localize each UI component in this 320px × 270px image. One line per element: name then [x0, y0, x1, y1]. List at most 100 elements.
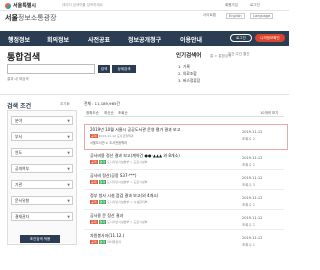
- filter-agency[interactable]: 기관 ▼: [11, 180, 73, 189]
- chevron-down-icon: ▼: [67, 119, 70, 123]
- status-badge: 결재: [98, 160, 107, 164]
- nav-login-button[interactable]: 로그인: [230, 34, 252, 42]
- nav-item-guide[interactable]: 이용안내: [180, 35, 202, 44]
- nav-item-meeting-info[interactable]: 회의정보: [47, 35, 69, 44]
- signup-link[interactable]: 회원가입: [225, 3, 238, 8]
- sort-bar: [84, 110, 284, 117]
- result-title[interactable]: 자원봉사자(11.12.): [90, 233, 230, 239]
- result-meta-text: 도시기반시설본부 > 도로시설부: [107, 220, 148, 224]
- login-link[interactable]: 로그인: [250, 3, 260, 8]
- chevron-down-icon: ▼: [67, 215, 70, 219]
- result-date: 2019-11-12: [242, 216, 263, 220]
- status-badge: 결재: [98, 200, 107, 204]
- seoul-logo[interactable]: 서울특별시: [5, 2, 36, 9]
- status-badge: 공개: [90, 160, 98, 164]
- status-badge: 공개: [90, 240, 98, 244]
- result-meta-text: 도시기반시설본부 > 도로시설부: [107, 160, 148, 164]
- filter-apply-button[interactable]: 조건검색 적용: [20, 235, 60, 243]
- filter-doctype-label: 문서유형: [15, 198, 29, 203]
- result-date: 2019-11-12: [242, 176, 263, 180]
- page-size-select[interactable]: 10개씩 보기: [260, 111, 278, 116]
- utility-bar: [0, 0, 289, 11]
- status-badge: 결재: [98, 180, 107, 184]
- language-select[interactable]: Language: [250, 13, 274, 19]
- sort-accuracy[interactable]: 정확도순: [86, 111, 99, 116]
- search-button[interactable]: 검색: [98, 65, 110, 73]
- result-title[interactable]: 2019년 10월 서울시 공공도서관 운영 평가 결과 보고: [90, 127, 230, 133]
- filter-doctype[interactable]: 문서유형 ▼: [11, 196, 73, 205]
- detail-search-button[interactable]: 상세검색: [112, 65, 136, 73]
- nav-item-pre-disclosure[interactable]: 사전공표: [88, 35, 110, 44]
- page-title: 통합검색: [7, 53, 41, 63]
- result-date: 2019-11-12: [242, 236, 263, 240]
- status-badge: 결재: [98, 220, 107, 224]
- result-title[interactable]: 공사용 문 정산 결과: [90, 213, 230, 219]
- filter-year-label: 연도: [15, 150, 22, 155]
- result-meta: 공개 결재 도시기반시설본부 > 도로시설부: [90, 180, 230, 184]
- filter-field-label: 분야: [15, 118, 22, 123]
- filter-year[interactable]: 연도 ▼: [11, 148, 73, 157]
- result-meta: 공개 결재 도시기반시설본부 > 도로시설부: [90, 160, 230, 164]
- filter-reset-link[interactable]: 초기화: [60, 102, 70, 107]
- english-link[interactable]: English: [226, 13, 245, 19]
- filter-disclosure[interactable]: 공개여부 ▼: [11, 164, 73, 173]
- result-date: 2019-11-12: [242, 196, 263, 200]
- result-date: 2019-11-12: [242, 130, 263, 134]
- chevron-down-icon: ▼: [67, 199, 70, 203]
- result-views: 조회수 1: [242, 223, 255, 227]
- result-meta: 공개 결재 도시기반시설본부 > 시설관리부: [90, 200, 230, 204]
- top-search-input[interactable]: 데이터 검색어를 입력하세요: [62, 3, 103, 8]
- result-views: 조회수 1: [242, 243, 255, 247]
- result-subtitle: 서울도서관 > 도서관정책과: [90, 141, 127, 145]
- sort-latest[interactable]: 최신순: [104, 111, 114, 116]
- result-meta-text: 2019-11-12 도서관정책과: [98, 134, 134, 138]
- search-input[interactable]: [7, 64, 95, 74]
- result-title[interactable]: 공사비용 정산 결과 보고(계약건 ●●-▲▲▲ 외 8개소): [90, 153, 230, 159]
- filter-disclosure-label: 공개여부: [15, 166, 29, 171]
- result-meta-text: 도시기반시설본부 > 도로시설부: [107, 180, 148, 184]
- popular-item[interactable]: 1. 기록: [178, 64, 190, 70]
- sort-views[interactable]: 조회순: [118, 111, 128, 116]
- filter-approver[interactable]: 결재권자 ▼: [11, 212, 73, 221]
- filter-panel: [7, 110, 77, 245]
- result-date: 2019-11-12: [242, 156, 263, 160]
- sitemap-link[interactable]: 사이트맵: [203, 13, 216, 18]
- chevron-down-icon: ▼: [67, 167, 70, 171]
- nav-item-info-request[interactable]: 정보공개청구: [128, 35, 161, 44]
- filter-title: 검색 조건: [7, 103, 32, 110]
- status-badge: 공개: [90, 200, 98, 204]
- nav-item-admin-info[interactable]: 행정정보: [8, 35, 30, 44]
- filter-agency-label: 기관: [15, 182, 22, 187]
- org-name: 서울특별시: [13, 3, 37, 9]
- result-views: 조회수 2: [242, 137, 255, 141]
- nav-myinfo-button[interactable]: 나의정보확인: [255, 34, 285, 42]
- chevron-down-icon: ▼: [67, 135, 70, 139]
- filter-department-label: 부서: [15, 134, 22, 139]
- result-meta: 공개 결재 자치행정과: [90, 240, 230, 244]
- popular-item[interactable]: 3. 버스정류장: [178, 78, 200, 84]
- result-divider: [84, 209, 284, 210]
- filter-department[interactable]: 부서 ▼: [11, 132, 73, 141]
- popular-tabs[interactable]: 일간 주간 월간: [228, 52, 250, 57]
- result-views: 조회수 2: [242, 203, 255, 207]
- section-divider: [0, 94, 289, 95]
- filter-field[interactable]: 분야 ▼: [11, 116, 73, 125]
- status-badge: 공개: [90, 180, 98, 184]
- result-title[interactable]: 공사비 정산(공정 S37-***): [90, 173, 230, 179]
- chevron-down-icon: ▼: [67, 183, 70, 187]
- site-title-rest: 정보소통광장: [17, 14, 57, 22]
- result-views: 조회수 2: [242, 163, 255, 167]
- result-views: 조회수 3: [242, 183, 255, 187]
- filter-approver-label: 결재권자: [15, 214, 29, 219]
- site-title[interactable]: 서울정보소통광장: [5, 13, 57, 23]
- result-meta-text: 자치행정과: [107, 240, 121, 244]
- status-badge: 공개: [90, 134, 98, 138]
- result-meta: 공개 결재 도시기반시설본부 > 도로시설부: [90, 220, 230, 224]
- result-divider: [84, 169, 284, 170]
- chevron-down-icon: ▼: [67, 151, 70, 155]
- popular-item[interactable]: 2. 의료조합: [178, 71, 197, 77]
- status-badge: 공개: [90, 220, 98, 224]
- result-count: 전체 : 11,189,965건: [84, 101, 120, 106]
- search-within-checkbox[interactable]: 결과 내 재검색: [7, 77, 29, 82]
- result-title[interactable]: 정부 청사 시설 점검 결과 보고(외 4개소): [90, 193, 230, 199]
